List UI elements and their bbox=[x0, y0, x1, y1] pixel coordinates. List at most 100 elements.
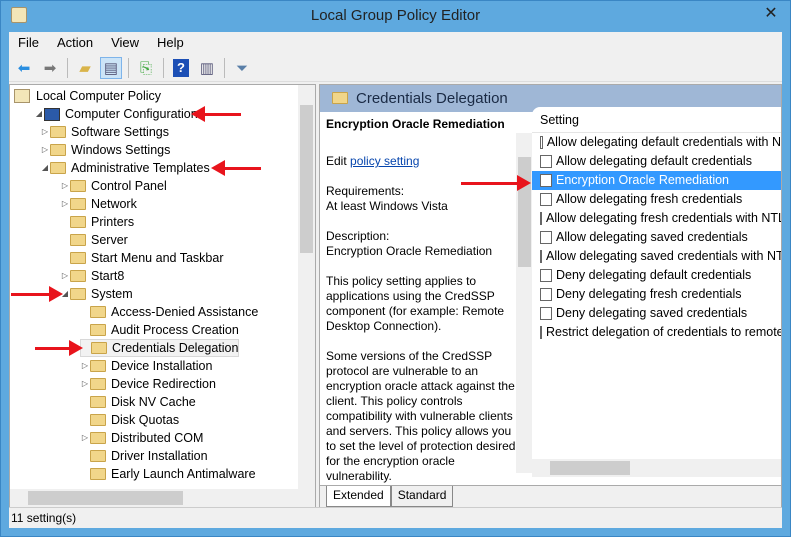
tree-item[interactable]: Disk NV Cache bbox=[80, 393, 196, 411]
tree-item[interactable]: ▷ Control Panel bbox=[60, 177, 167, 195]
export-list-icon[interactable]: ⎘ bbox=[135, 57, 157, 79]
tree-item[interactable]: ▷ Device Redirection bbox=[80, 375, 216, 393]
tree-item-label: Windows Settings bbox=[71, 143, 171, 157]
collapsed-arrow-icon[interactable]: ▷ bbox=[80, 429, 90, 447]
scroll-thumb[interactable] bbox=[518, 157, 531, 267]
collapsed-arrow-icon[interactable]: ▷ bbox=[80, 375, 90, 393]
policy-setting-icon bbox=[540, 250, 542, 263]
folder-icon bbox=[90, 396, 106, 408]
tree-item[interactable]: Start Menu and Taskbar bbox=[60, 249, 223, 267]
show-hide-tree-icon[interactable]: ▤ bbox=[100, 57, 122, 79]
view-tabs: Extended Standard bbox=[320, 485, 781, 507]
menu-help[interactable]: Help bbox=[148, 32, 193, 54]
menu-file[interactable]: File bbox=[9, 32, 48, 54]
tree-item-label: Early Launch Antimalware bbox=[111, 467, 256, 481]
folder-icon bbox=[91, 342, 107, 354]
tree-item[interactable]: Server bbox=[60, 231, 128, 249]
help-icon[interactable]: ? bbox=[170, 57, 192, 79]
tree-item[interactable]: Printers bbox=[60, 213, 134, 231]
tree-item[interactable]: ◢ System bbox=[60, 285, 133, 303]
tree-item[interactable]: Driver Installation bbox=[80, 447, 208, 465]
status-bar: 11 setting(s) bbox=[9, 507, 782, 528]
tree-vertical-scrollbar[interactable] bbox=[298, 85, 315, 491]
tree-item[interactable]: ▷ Start8 bbox=[60, 267, 124, 285]
description: Description: Encryption Oracle Remediatio… bbox=[326, 229, 516, 259]
policy-setting-icon bbox=[540, 326, 542, 339]
tree-item[interactable]: ▷ Windows Settings bbox=[40, 141, 170, 159]
setting-row[interactable]: Deny delegating fresh credentials bbox=[532, 285, 781, 304]
collapsed-arrow-icon[interactable]: ▷ bbox=[40, 141, 50, 159]
setting-name: Deny delegating default credentials bbox=[556, 268, 752, 282]
tree-item[interactable]: Audit Process Creation bbox=[80, 321, 239, 339]
tree-item-label: Software Settings bbox=[71, 125, 169, 139]
tree-item[interactable]: ▷ Network bbox=[60, 195, 137, 213]
folder-icon bbox=[50, 126, 66, 138]
policy-setting-icon bbox=[540, 269, 552, 282]
setting-row[interactable]: Deny delegating default credentials bbox=[532, 266, 781, 285]
setting-name: Allow delegating fresh credentials bbox=[556, 192, 743, 206]
setting-name: Allow delegating fresh credentials with … bbox=[546, 211, 782, 225]
tree-item[interactable]: ◢ Administrative Templates bbox=[40, 159, 210, 177]
policy-setting-icon bbox=[540, 155, 552, 168]
tree-horizontal-scrollbar[interactable] bbox=[10, 489, 315, 507]
tab-standard[interactable]: Standard bbox=[390, 486, 454, 507]
expanded-arrow-icon[interactable]: ◢ bbox=[40, 159, 50, 177]
list-horizontal-scrollbar[interactable] bbox=[532, 459, 781, 477]
tree-item[interactable]: Credentials Delegation bbox=[80, 339, 240, 357]
setting-row[interactable]: Encryption Oracle Remediation bbox=[532, 171, 781, 190]
collapsed-arrow-icon[interactable]: ▷ bbox=[60, 267, 70, 285]
forward-icon[interactable]: ➡ bbox=[39, 57, 61, 79]
tree-item-label: Audit Process Creation bbox=[111, 323, 239, 337]
up-folder-icon[interactable]: ▰ bbox=[74, 57, 96, 79]
scroll-thumb[interactable] bbox=[550, 461, 630, 475]
close-button[interactable]: ✕ bbox=[758, 3, 784, 25]
tree-item[interactable]: ▷ Device Installation bbox=[80, 357, 213, 375]
scroll-thumb[interactable] bbox=[28, 491, 183, 505]
menu-view[interactable]: View bbox=[102, 32, 148, 54]
collapsed-arrow-icon[interactable]: ▷ bbox=[60, 195, 70, 213]
setting-row[interactable]: Allow delegating default credentials bbox=[532, 152, 781, 171]
setting-name: Allow delegating saved credentials with … bbox=[546, 249, 782, 263]
collapsed-arrow-icon[interactable]: ▷ bbox=[80, 357, 90, 375]
tree-item[interactable]: Access-Denied Assistance bbox=[80, 303, 258, 321]
tab-extended[interactable]: Extended bbox=[326, 486, 391, 507]
setting-row[interactable]: Allow delegating saved credentials with … bbox=[532, 247, 781, 266]
folder-icon bbox=[90, 432, 106, 444]
show-action-pane-icon[interactable]: ▥ bbox=[196, 57, 218, 79]
tree-item[interactable]: ▷ Distributed COM bbox=[80, 429, 203, 447]
collapsed-arrow-icon[interactable]: ▷ bbox=[40, 123, 50, 141]
menu-action[interactable]: Action bbox=[48, 32, 102, 54]
folder-icon bbox=[90, 360, 106, 372]
tree-item[interactable]: ▷ Software Settings bbox=[40, 123, 169, 141]
scroll-thumb[interactable] bbox=[300, 105, 313, 253]
divider bbox=[67, 58, 68, 78]
tree-item[interactable]: ◢ Computer Configuration bbox=[34, 105, 198, 123]
setting-row[interactable]: Allow delegating saved credentials bbox=[532, 228, 781, 247]
extended-description: Encryption Oracle Remediation Edit polic… bbox=[326, 117, 516, 499]
policy-setting-link[interactable]: policy setting bbox=[350, 154, 419, 168]
setting-row[interactable]: Allow delegating fresh credentials bbox=[532, 190, 781, 209]
filter-icon[interactable]: ⏷ bbox=[231, 57, 253, 79]
tree-item-label: Start8 bbox=[91, 269, 125, 283]
policy-setting-icon bbox=[540, 193, 552, 206]
annotation-arrow bbox=[461, 175, 531, 191]
collapsed-arrow-icon[interactable]: ▷ bbox=[60, 177, 70, 195]
settings-list: Setting Allow delegating default credent… bbox=[532, 107, 781, 477]
back-icon[interactable]: ⬅ bbox=[13, 57, 35, 79]
setting-row[interactable]: Deny delegating saved credentials bbox=[532, 304, 781, 323]
setting-row[interactable]: Allow delegating default credentials wit… bbox=[532, 133, 781, 152]
annotation-arrow bbox=[191, 106, 241, 122]
tree-item[interactable]: Early Launch Antimalware bbox=[80, 465, 256, 483]
folder-icon bbox=[50, 162, 66, 174]
tree-item[interactable]: Local Computer Policy bbox=[14, 87, 161, 105]
policy-setting-icon bbox=[540, 288, 552, 301]
setting-row[interactable]: Allow delegating fresh credentials with … bbox=[532, 209, 781, 228]
folder-icon bbox=[70, 234, 86, 246]
column-header-setting[interactable]: Setting bbox=[532, 107, 781, 133]
folder-icon bbox=[332, 92, 348, 104]
setting-row[interactable]: Restrict delegation of credentials to re… bbox=[532, 323, 781, 342]
folder-icon bbox=[70, 288, 86, 300]
tree-item[interactable]: Disk Quotas bbox=[80, 411, 179, 429]
expanded-arrow-icon[interactable]: ◢ bbox=[34, 105, 44, 123]
folder-icon bbox=[50, 144, 66, 156]
